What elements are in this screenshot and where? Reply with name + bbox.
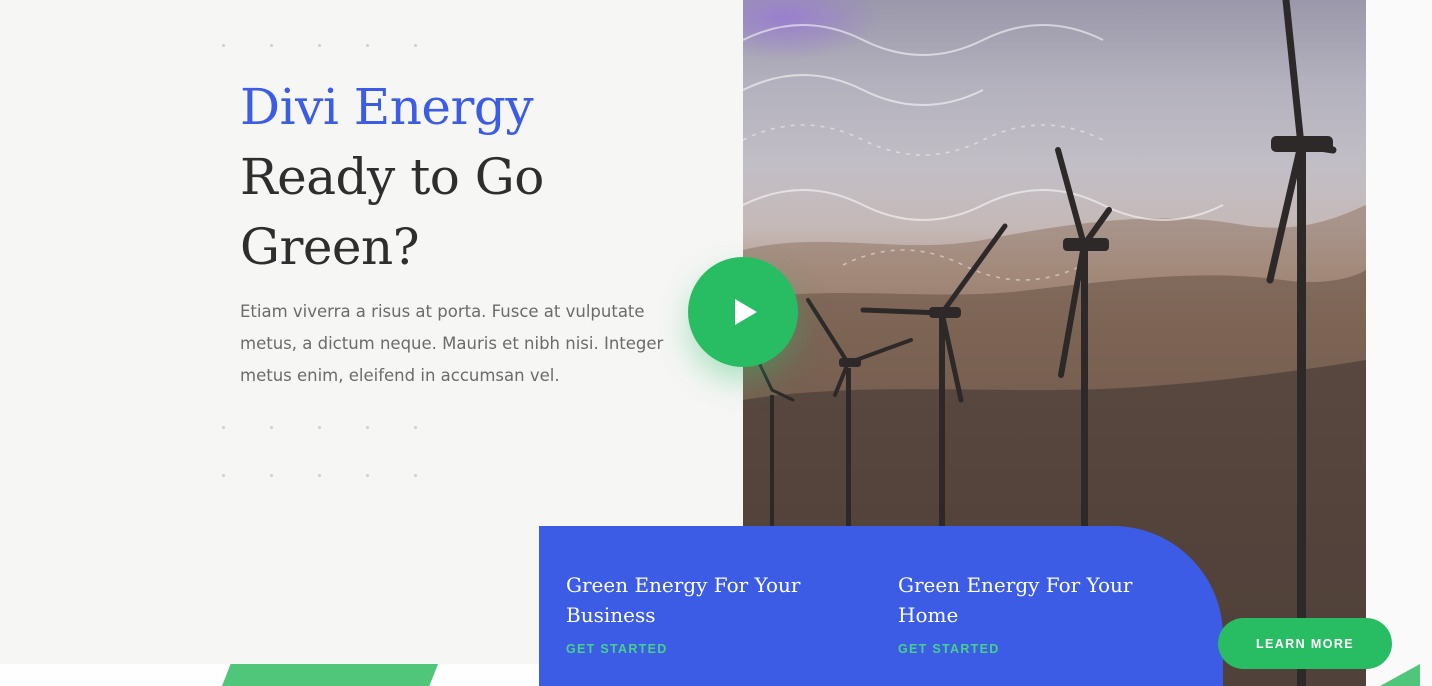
cta-home-title: Green Energy For Your Home [898, 573, 1133, 627]
learn-more-button[interactable]: LEARN MORE [1218, 618, 1392, 669]
hero-body-text: Etiam viverra a risus at porta. Fusce at… [240, 302, 664, 385]
hero-title-accent: Divi Energy [240, 78, 534, 136]
cta-home: Green Energy For Your Home GET STARTED [898, 570, 1168, 658]
cta-business-title: Green Energy For Your Business [566, 573, 801, 627]
play-icon [735, 299, 757, 325]
hero-section: Divi Energy Ready to Go Green? Etiam viv… [240, 72, 710, 392]
cta-business-get-started-link[interactable]: GET STARTED [566, 642, 668, 656]
play-video-button[interactable] [688, 257, 798, 367]
green-accent-shape [222, 664, 438, 686]
cta-business: Green Energy For Your Business GET START… [566, 570, 836, 658]
cta-home-get-started-link[interactable]: GET STARTED [898, 642, 1000, 656]
cta-card: Green Energy For Your Business GET START… [539, 526, 1223, 686]
hero-title-line-3: Green? [240, 218, 420, 276]
hero-title-line-2: Ready to Go [240, 148, 544, 206]
hero-title: Divi Energy Ready to Go Green? [240, 72, 710, 282]
right-edge-strip [1366, 0, 1432, 686]
